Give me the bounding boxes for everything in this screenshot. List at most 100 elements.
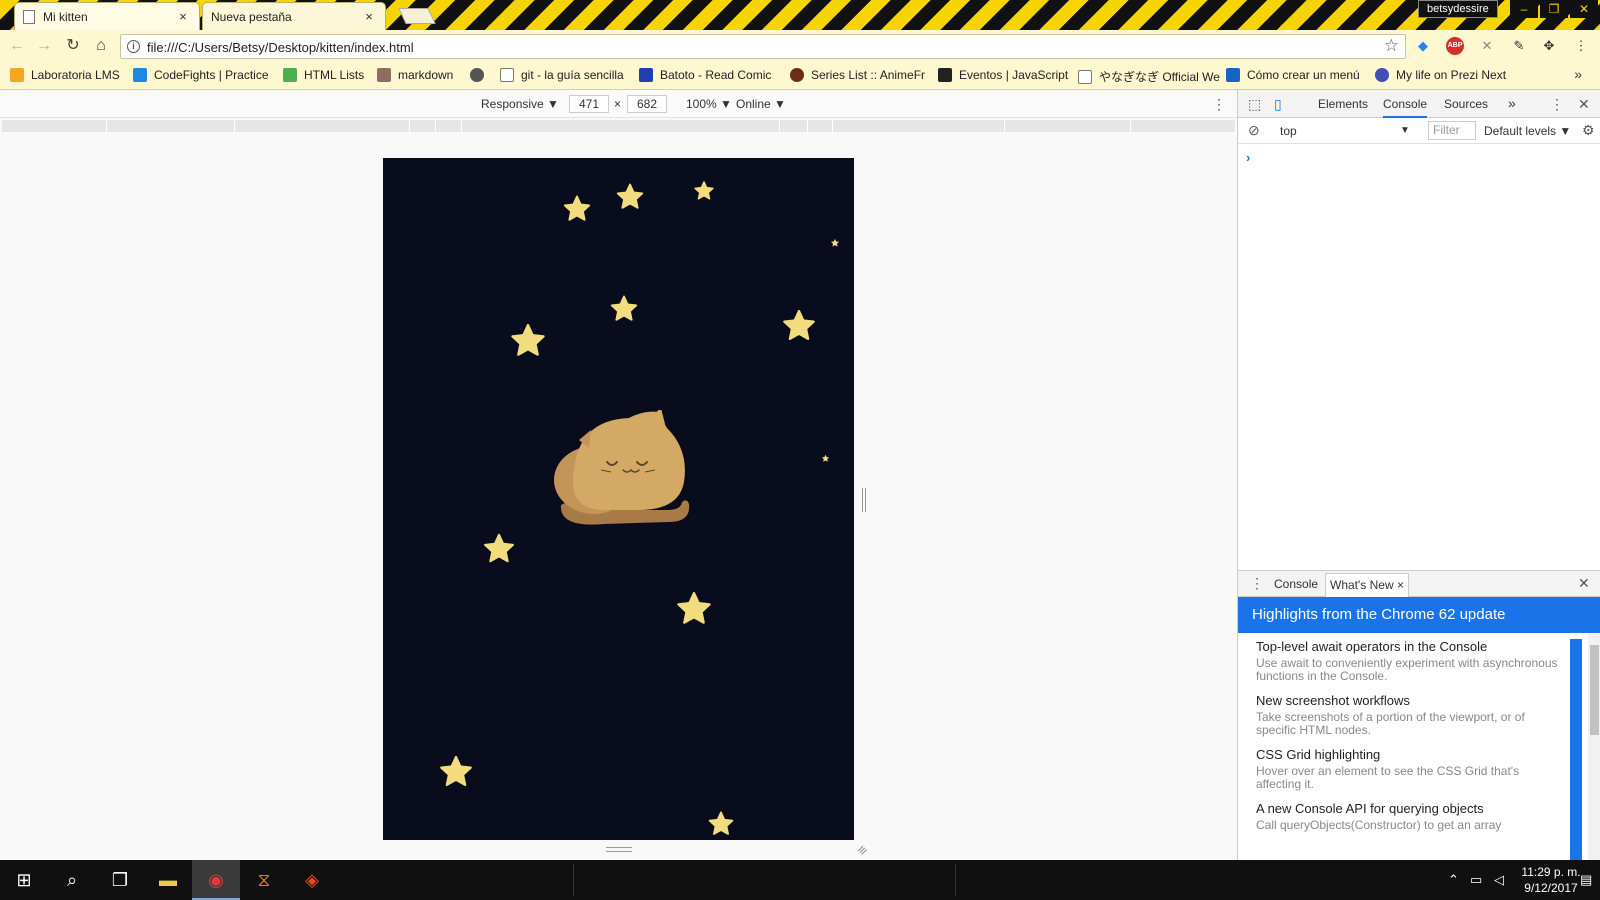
devtools-options-icon[interactable]: ⋮	[1550, 96, 1564, 113]
reload-icon[interactable]: ↻	[62, 35, 84, 57]
move-icon[interactable]: ✥	[1540, 37, 1558, 55]
chrome-icon[interactable]: ◉	[192, 860, 240, 900]
filter-input[interactable]: Filter	[1428, 121, 1476, 140]
extension-x-icon[interactable]: ✕	[1478, 37, 1496, 55]
device-options-icon[interactable]: ⋮	[1212, 96, 1226, 113]
media-query-segment[interactable]	[235, 120, 410, 132]
item-title[interactable]: A new Console API for querying objects	[1256, 801, 1566, 816]
new-tab-button[interactable]	[398, 8, 436, 24]
menu-icon[interactable]: ⋮	[1572, 37, 1590, 55]
resize-handle-right[interactable]	[862, 488, 866, 512]
close-window-button[interactable]: ✕	[1570, 0, 1598, 18]
forward-arrow-icon[interactable]: →	[33, 35, 55, 57]
tab-sources[interactable]: Sources	[1444, 97, 1488, 111]
devtools-panel: ⬚ ▯ Elements Console Sources » ⋮ ✕ ⊘ top…	[1237, 90, 1600, 861]
eyedropper-icon[interactable]: ✎	[1510, 37, 1528, 55]
media-query-segment[interactable]	[1005, 120, 1131, 132]
resize-handle-bottom[interactable]	[606, 847, 632, 852]
extension-icon[interactable]: ◆	[1414, 37, 1432, 55]
list-item[interactable]: A new Console API for querying objects C…	[1256, 801, 1566, 832]
media-query-bar[interactable]	[2, 120, 1235, 132]
media-query-segment[interactable]	[2, 120, 107, 132]
network-icon[interactable]: ▭	[1470, 872, 1482, 888]
media-query-segment[interactable]	[436, 120, 462, 132]
media-query-segment[interactable]	[833, 120, 1005, 132]
home-icon[interactable]: ⌂	[90, 35, 112, 57]
minimize-button[interactable]: –	[1510, 0, 1538, 18]
url-text[interactable]: file:///C:/Users/Betsy/Desktop/kitten/in…	[147, 40, 414, 55]
width-input[interactable]: 471	[569, 95, 609, 113]
bookmark-item[interactable]: My life on Prezi Next	[1375, 68, 1506, 82]
profile-name[interactable]: betsydessire	[1418, 0, 1498, 18]
media-query-segment[interactable]	[107, 120, 235, 132]
bookmark-item[interactable]: Eventos | JavaScript	[938, 68, 1068, 82]
device-select[interactable]: Responsive ▼	[481, 97, 559, 111]
tray-chevron-icon[interactable]: ⌃	[1448, 872, 1459, 888]
close-tab-icon[interactable]: ×	[1397, 578, 1404, 592]
git-icon[interactable]: ◈	[288, 860, 336, 900]
task-view-icon[interactable]: ❐	[96, 860, 144, 900]
media-query-segment[interactable]	[462, 120, 780, 132]
console-prompt[interactable]: ›	[1246, 150, 1250, 165]
log-levels-select[interactable]: Default levels ▼	[1484, 124, 1571, 138]
tab-close-icon[interactable]: ×	[361, 9, 377, 24]
bookmark-item[interactable]: HTML Lists	[283, 68, 364, 82]
adblock-icon[interactable]: ABP	[1446, 37, 1464, 55]
item-title[interactable]: Top-level await operators in the Console	[1256, 639, 1566, 654]
item-title[interactable]: New screenshot workflows	[1256, 693, 1566, 708]
device-toolbar-icon[interactable]: ▯	[1274, 96, 1282, 113]
height-input[interactable]: 682	[627, 95, 667, 113]
clock[interactable]: 11:29 p. m. 9/12/2017	[1516, 864, 1586, 896]
list-item[interactable]: CSS Grid highlighting Hover over an elem…	[1256, 747, 1566, 791]
item-title[interactable]: CSS Grid highlighting	[1256, 747, 1566, 762]
tab-mi-kitten[interactable]: Mi kitten ×	[14, 2, 200, 30]
gear-icon[interactable]: ⚙	[1582, 122, 1595, 139]
close-drawer-icon[interactable]: ✕	[1578, 575, 1590, 592]
device-toolbar: Responsive ▼ 471 × 682 100% ▼ Online ▼ ⋮	[0, 90, 1237, 118]
tab-elements[interactable]: Elements	[1318, 97, 1368, 111]
zoom-select[interactable]: 100% ▼	[686, 97, 732, 111]
bookmark-item[interactable]: git - la guía sencilla	[500, 68, 624, 82]
bookmark-item[interactable]: Series List :: AnimeFr	[790, 68, 925, 82]
throttle-select[interactable]: Online ▼	[736, 97, 786, 111]
bookmark-item[interactable]: Laboratoria LMS	[10, 68, 120, 82]
notification-icon[interactable]: ▤	[1580, 872, 1592, 888]
bookmark-item[interactable]: markdown	[377, 68, 453, 82]
close-devtools-icon[interactable]: ✕	[1578, 96, 1590, 113]
item-description: Call queryObjects(Constructor) to get an…	[1256, 818, 1502, 832]
more-tabs-icon[interactable]: »	[1508, 95, 1516, 111]
bookmark-item[interactable]: CodeFights | Practice	[133, 68, 269, 82]
chevron-down-icon[interactable]: ▼	[1400, 125, 1410, 136]
media-query-segment[interactable]	[780, 120, 808, 132]
media-query-segment[interactable]	[808, 120, 833, 132]
tab-console[interactable]: Console	[1383, 97, 1428, 118]
chevron-more-icon[interactable]: »	[1574, 66, 1582, 82]
tab-nueva-pestana[interactable]: Nueva pestaña ×	[202, 2, 386, 30]
list-item[interactable]: New screenshot workflows Take screenshot…	[1256, 693, 1566, 737]
media-query-segment[interactable]	[410, 120, 436, 132]
maximize-button[interactable]: ❐	[1540, 0, 1568, 18]
drawer-tab-console[interactable]: Console	[1274, 577, 1318, 591]
visual-studio-icon[interactable]: ⧖	[240, 860, 288, 900]
inspect-element-icon[interactable]: ⬚	[1248, 96, 1261, 113]
bookmark-item[interactable]: やなぎなぎ Official We	[1078, 68, 1220, 85]
bookmark-item[interactable]	[470, 68, 491, 82]
tab-close-icon[interactable]: ×	[175, 9, 191, 24]
resize-corner-icon[interactable]: ≡	[854, 841, 871, 858]
address-bar[interactable]: i file:///C:/Users/Betsy/Desktop/kitten/…	[120, 34, 1406, 59]
bookmark-item[interactable]: Cómo crear un menú	[1226, 68, 1360, 82]
drawer-menu-icon[interactable]: ⋮	[1250, 575, 1264, 592]
clear-console-icon[interactable]: ⊘	[1248, 122, 1260, 139]
search-icon[interactable]: ⌕	[48, 860, 96, 900]
drawer-tab-whats-new[interactable]: What's New ×	[1325, 573, 1409, 597]
info-icon[interactable]: i	[127, 40, 140, 53]
bookmark-star-icon[interactable]: ☆	[1384, 36, 1399, 56]
windows-start-icon[interactable]: ⊞	[0, 860, 48, 900]
scrollbar-thumb[interactable]	[1590, 645, 1599, 735]
context-select[interactable]: top	[1280, 124, 1297, 138]
volume-icon[interactable]: ◁	[1494, 872, 1504, 888]
list-item[interactable]: Top-level await operators in the Console…	[1256, 639, 1566, 683]
bookmark-item[interactable]: Batoto - Read Comic	[639, 68, 771, 82]
back-arrow-icon[interactable]: ←	[6, 35, 28, 57]
file-explorer-icon[interactable]: ▬	[144, 860, 192, 900]
